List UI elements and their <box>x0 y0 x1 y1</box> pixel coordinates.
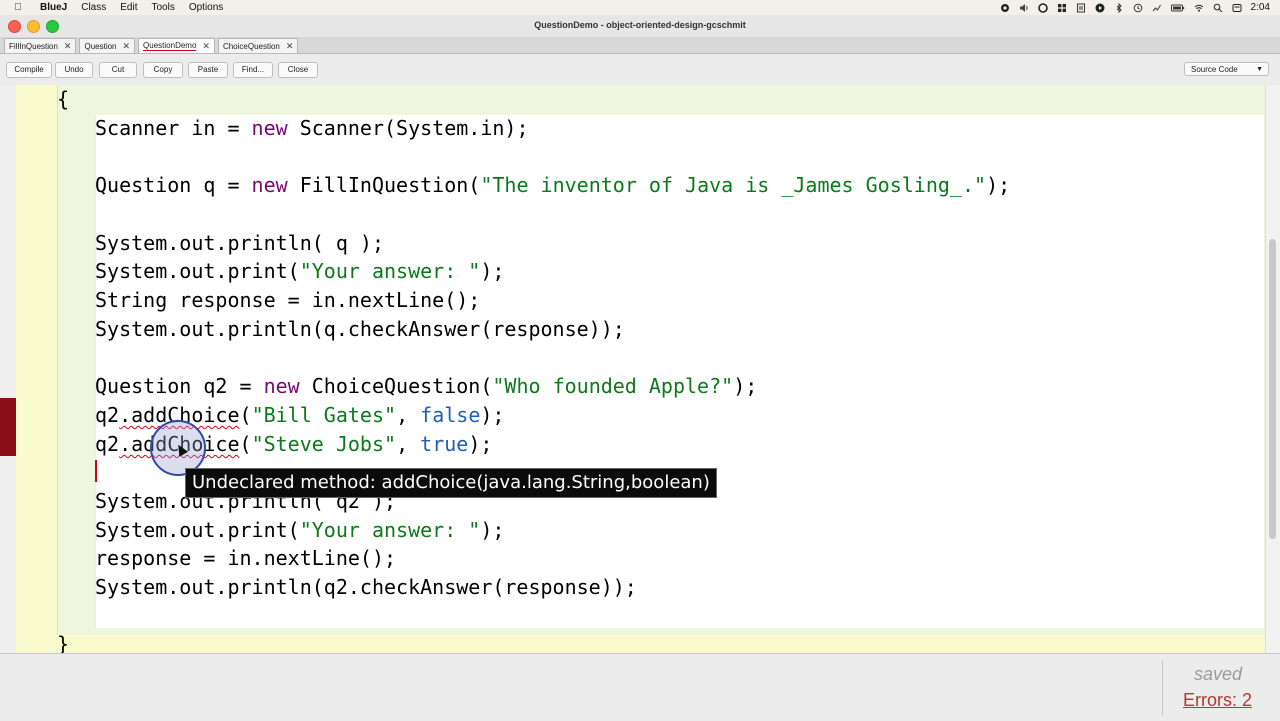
view-selector-label: Source Code <box>1191 65 1238 74</box>
window-title: QuestionDemo - object-oriented-design-gc… <box>534 20 746 30</box>
error-tooltip: Undeclared method: addChoice(java.lang.S… <box>185 468 717 498</box>
code-open-brace: { <box>57 87 70 111</box>
code-close-brace: } <box>57 632 70 653</box>
tab-question[interactable]: Question ✕ <box>79 38 136 53</box>
compile-button[interactable]: Compile <box>6 62 52 78</box>
code-line: response = in.nextLine(); <box>95 546 397 570</box>
chevron-down-icon: ▼ <box>1256 66 1263 73</box>
menu-edit[interactable]: Edit <box>120 2 137 13</box>
spotlight-icon[interactable] <box>1213 3 1223 13</box>
tab-fillinquestion[interactable]: FillInQuestion ✕ <box>4 38 77 53</box>
find-button[interactable]: Find... <box>233 62 273 78</box>
menu-bluej[interactable]: BlueJ <box>40 2 67 13</box>
apple-menu-icon[interactable]:  <box>12 2 24 13</box>
menu-class[interactable]: Class <box>81 2 106 13</box>
view-selector[interactable]: Source Code ▼ <box>1184 62 1269 76</box>
code-line: System.out.print("Your answer: "); <box>95 518 505 542</box>
code-line: String response = in.nextLine(); <box>95 288 481 312</box>
menu-tools[interactable]: Tools <box>151 2 174 13</box>
text-caret <box>95 460 97 482</box>
grid-icon[interactable] <box>1057 3 1067 13</box>
tab-choicequestion[interactable]: ChoiceQuestion ✕ <box>217 38 299 53</box>
code-line: Question q = new FillInQuestion("The inv… <box>95 173 1011 197</box>
tab-label: FillInQuestion <box>9 41 58 51</box>
stats-icon[interactable] <box>1152 3 1162 13</box>
volume-icon[interactable] <box>1019 3 1029 13</box>
code-line: Question q2 = new ChoiceQuestion("Who fo… <box>95 374 758 398</box>
saved-status: saved <box>1193 664 1242 684</box>
menu-options[interactable]: Options <box>189 2 223 13</box>
tab-questiondemo[interactable]: QuestionDemo ✕ <box>138 38 215 53</box>
tab-label: Question <box>84 41 117 51</box>
error-count-link[interactable]: Errors: 2 <box>1183 690 1252 711</box>
close-tab-icon[interactable]: ✕ <box>64 41 72 52</box>
code-line: System.out.println(q.checkAnswer(respons… <box>95 317 625 341</box>
system-menu-bar:  BlueJ Class Edit Tools Options 2:04 <box>0 0 1280 15</box>
editor-tab-bar: FillInQuestion ✕ Question ✕ QuestionDemo… <box>0 37 1280 54</box>
status-icons: 2:04 <box>1000 0 1270 15</box>
line-gutter[interactable] <box>0 85 17 653</box>
tab-label: ChoiceQuestion <box>222 41 280 51</box>
menubar-clock[interactable]: 2:04 <box>1251 2 1270 13</box>
cut-button[interactable]: Cut <box>99 62 137 78</box>
time-machine-icon[interactable] <box>1133 3 1143 13</box>
close-button[interactable]: Close <box>278 62 318 78</box>
editor-toolbar: Compile Undo Cut Copy Paste Find... Clos… <box>0 55 1280 86</box>
vertical-scrollbar[interactable] <box>1265 85 1280 653</box>
code-line: System.out.println( q ); <box>95 231 384 255</box>
code-line: Scanner in = new Scanner(System.in); <box>95 116 529 140</box>
status-divider <box>1162 660 1163 716</box>
wifi-icon[interactable] <box>1194 3 1204 13</box>
close-tab-icon[interactable]: ✕ <box>202 41 210 52</box>
play-icon[interactable] <box>1095 3 1105 13</box>
status-bar: saved Errors: 2 <box>0 653 1280 721</box>
error-marker <box>0 398 16 456</box>
paste-button[interactable]: Paste <box>188 62 228 78</box>
bluetooth-icon[interactable] <box>1114 2 1124 13</box>
battery-icon[interactable] <box>1170 3 1185 13</box>
control-center-icon[interactable] <box>1037 2 1048 13</box>
note-icon[interactable] <box>1076 3 1086 13</box>
undo-button[interactable]: Undo <box>55 62 93 78</box>
tab-label: QuestionDemo <box>143 41 197 51</box>
code-line: System.out.print("Your answer: "); <box>95 259 505 283</box>
record-icon[interactable] <box>1000 3 1010 13</box>
close-tab-icon[interactable]: ✕ <box>123 41 131 52</box>
code-editor[interactable]: { Scanner in = new Scanner(System.in); Q… <box>0 85 1280 653</box>
close-tab-icon[interactable]: ✕ <box>286 41 294 52</box>
scrollbar-thumb[interactable] <box>1269 239 1276 539</box>
copy-button[interactable]: Copy <box>143 62 183 78</box>
notification-center-icon[interactable] <box>1232 3 1242 13</box>
window-title-bar: QuestionDemo - object-oriented-design-gc… <box>0 15 1280 38</box>
code-line: System.out.println(q2.checkAnswer(respon… <box>95 575 637 599</box>
code-line-error: q2.addChoice("Bill Gates", false); <box>95 403 505 427</box>
